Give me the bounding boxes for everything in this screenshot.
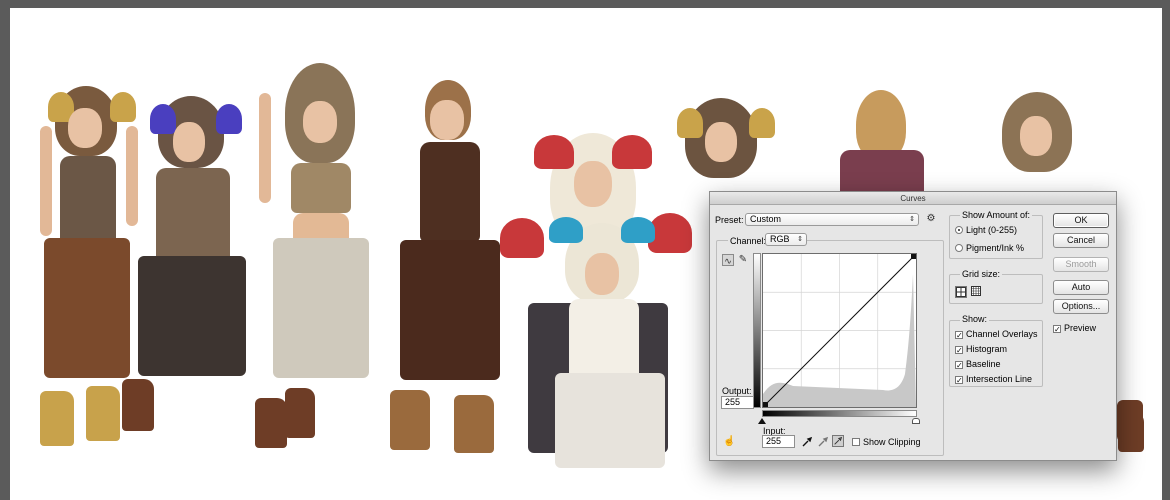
histogram-label: Histogram (966, 344, 1008, 354)
channel-overlays-label: Channel Overlays (966, 329, 1038, 339)
intersection-line-checkbox[interactable]: ✓ (955, 376, 963, 385)
channel-label: Channel: (728, 236, 769, 246)
curve-graph-svg (763, 254, 916, 407)
light-radio-label: Light (0-255) (966, 225, 1018, 235)
channel-value: RGB (770, 234, 790, 244)
preset-select[interactable]: Custom ⇕ (745, 213, 919, 226)
light-radio[interactable] (955, 226, 963, 234)
show-amount-heading: Show Amount of: (960, 210, 1033, 220)
output-label: Output: (722, 386, 752, 396)
eyedropper-gray-icon[interactable] (817, 436, 829, 448)
preview-checkbox[interactable]: ✓ (1053, 325, 1061, 334)
grid-size-heading: Grid size: (960, 269, 1003, 279)
preview-label: Preview (1064, 323, 1097, 333)
output-field[interactable]: 255 (721, 396, 754, 409)
baseline-option[interactable]: ✓ Baseline (955, 359, 1001, 370)
cancel-button[interactable]: Cancel (1053, 233, 1109, 248)
input-gradient-bar (762, 410, 917, 417)
gear-icon[interactable]: ⚙ (925, 213, 937, 225)
curve-point[interactable] (763, 402, 768, 407)
smooth-button[interactable]: Smooth (1053, 257, 1109, 272)
curve-graph[interactable] (762, 253, 917, 408)
light-radio-option[interactable]: Light (0-255) (955, 225, 1017, 235)
channel-overlays-option[interactable]: ✓ Channel Overlays (955, 329, 1038, 340)
curve-icon[interactable]: ∿ (722, 254, 734, 266)
channel-overlays-checkbox[interactable]: ✓ (955, 331, 963, 340)
photo-figure (1117, 400, 1143, 442)
black-point-slider[interactable] (758, 418, 766, 424)
eyedropper-black-icon[interactable] (801, 436, 813, 448)
input-field[interactable]: 255 (762, 435, 795, 448)
output-gradient-bar (753, 253, 761, 408)
preview-option[interactable]: ✓ Preview (1053, 323, 1097, 334)
show-clipping-option[interactable]: Show Clipping (852, 437, 921, 447)
target-adjust-icon[interactable]: ☝ (723, 436, 735, 448)
eyedropper-white-icon[interactable] (832, 435, 844, 447)
baseline-label: Baseline (966, 359, 1001, 369)
white-point-slider[interactable] (912, 418, 920, 424)
channel-select[interactable]: RGB ⇕ (765, 233, 807, 246)
photo-figure (245, 63, 385, 453)
intersection-line-option[interactable]: ✓ Intersection Line (955, 374, 1033, 385)
auto-button[interactable]: Auto (1053, 280, 1109, 295)
dialog-title[interactable]: Curves (710, 192, 1116, 205)
pigment-radio-option[interactable]: Pigment/Ink % (955, 243, 1024, 253)
grid-10-icon[interactable] (970, 286, 982, 298)
options-button[interactable]: Options... (1053, 299, 1109, 314)
preset-label: Preset: (715, 215, 744, 225)
pencil-icon[interactable]: ✎ (737, 254, 749, 266)
photo-figure (810, 80, 960, 200)
curve-point[interactable] (911, 254, 916, 259)
show-clipping-checkbox[interactable] (852, 438, 860, 446)
preset-value: Custom (750, 214, 782, 224)
grid-4-icon[interactable] (955, 286, 967, 298)
ok-button[interactable]: OK (1053, 213, 1109, 228)
photo-figure (535, 213, 675, 478)
pigment-radio-label: Pigment/Ink % (966, 243, 1025, 253)
show-clipping-label: Show Clipping (863, 437, 921, 447)
pigment-radio[interactable] (955, 244, 963, 252)
histogram-option[interactable]: ✓ Histogram (955, 344, 1008, 355)
chevron-updown-icon: ⇕ (797, 236, 803, 243)
intersection-line-label: Intersection Line (966, 374, 1033, 384)
chevron-updown-icon: ⇕ (909, 216, 915, 223)
show-heading: Show: (960, 314, 990, 324)
baseline-checkbox[interactable]: ✓ (955, 361, 963, 370)
photo-figure (370, 80, 520, 460)
histogram-checkbox[interactable]: ✓ (955, 346, 963, 355)
photo-figure (118, 96, 263, 446)
